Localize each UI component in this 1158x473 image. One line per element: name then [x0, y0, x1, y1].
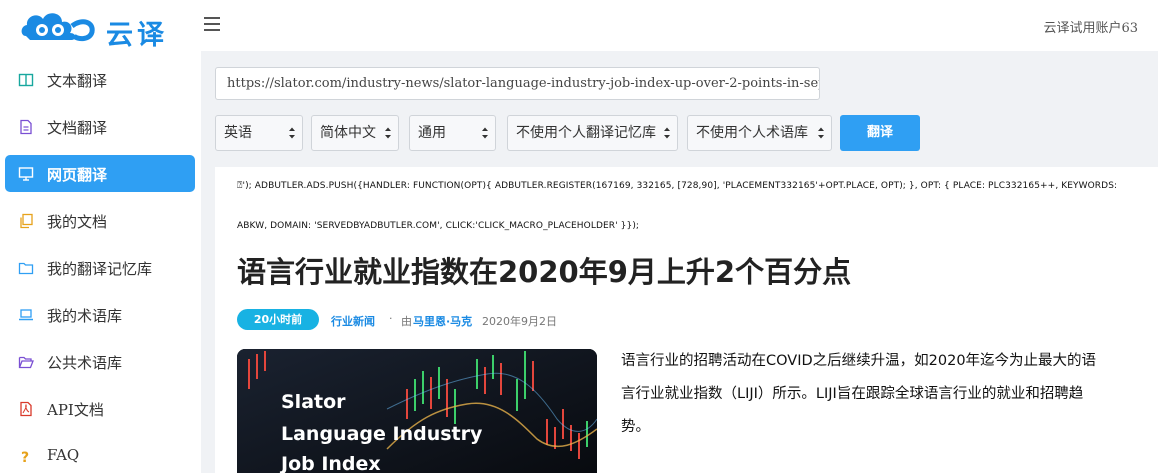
laptop-icon — [19, 309, 33, 321]
author-link[interactable]: 马里恩·马克 — [413, 313, 472, 329]
url-input[interactable]: https://slator.com/industry-news/slator-… — [215, 67, 820, 100]
monitor-icon — [18, 167, 34, 181]
sidebar-item-web-translate[interactable]: 网页翻译 — [5, 155, 195, 192]
select-arrows-icon — [664, 127, 670, 139]
select-arrows-icon — [289, 127, 295, 139]
image-caption-line: Language Industry — [281, 423, 483, 445]
sidebar-item-label: 文本翻译 — [47, 72, 108, 90]
sidebar-item-label: 我的文档 — [47, 213, 108, 231]
image-caption-line: Slator — [281, 391, 346, 413]
image-caption-line: Job Index — [281, 453, 381, 473]
menu-toggle-icon[interactable] — [204, 17, 220, 31]
article-title: 语言行业就业指数在2020年9月上升2个百分点 — [237, 255, 852, 289]
folder-open-icon — [18, 356, 34, 369]
sidebar-item-my-docs[interactable]: 我的文档 — [5, 202, 195, 239]
select-value: 通用 — [418, 125, 446, 141]
pdf-icon — [20, 401, 32, 417]
sidebar-item-public-termbase[interactable]: 公共术语库 — [5, 343, 195, 380]
sidebar-item-label: 网页翻译 — [47, 166, 108, 184]
main-content: https://slator.com/industry-news/slator-… — [201, 51, 1158, 473]
sidebar-item-text-translate[interactable]: 文本翻译 — [5, 61, 195, 98]
question-icon: ? — [21, 450, 29, 464]
document-icon — [20, 119, 32, 135]
select-value: 不使用个人术语库 — [696, 125, 808, 141]
svg-text:?: ? — [21, 450, 29, 464]
termbase-select[interactable]: 不使用个人术语库 — [687, 115, 832, 151]
byline-prefix: 由 — [401, 315, 412, 328]
category-link[interactable]: 行业新闻 — [331, 313, 375, 329]
app-logo[interactable]: 云译 — [20, 6, 190, 51]
sidebar-item-doc-translate[interactable]: 文档翻译 — [5, 108, 195, 145]
cloud-logo-icon — [21, 13, 95, 42]
select-value: 简体中文 — [320, 125, 376, 141]
sidebar-item-label: 我的术语库 — [47, 307, 123, 325]
sidebar-item-label: FAQ — [47, 446, 80, 464]
sidebar-item-label: 公共术语库 — [47, 354, 123, 372]
sidebar: 文本翻译 文档翻译 网页翻译 我的文档 我的翻译记忆库 我的术语库 公共术语库 … — [0, 51, 201, 473]
folder-icon — [18, 262, 34, 275]
select-value: 不使用个人翻译记忆库 — [516, 125, 656, 141]
top-header: 云译 云译试用账户63 — [0, 0, 1158, 51]
account-name[interactable]: 云译试用账户63 — [1043, 17, 1138, 36]
select-arrows-icon — [385, 127, 391, 139]
select-arrows-icon — [482, 127, 488, 139]
source-language-select[interactable]: 英语 — [215, 115, 303, 151]
time-ago-badge: 20小时前 — [237, 309, 319, 330]
sidebar-item-label: 文档翻译 — [47, 119, 108, 137]
article-image[interactable]: Slator Language Industry Job Index — [237, 349, 597, 473]
sidebar-item-faq[interactable]: ? FAQ — [5, 437, 195, 473]
meta-separator: · — [389, 312, 393, 325]
app-name: 云译 — [106, 20, 168, 51]
target-language-select[interactable]: 简体中文 — [311, 115, 399, 151]
select-arrows-icon — [818, 127, 824, 139]
sidebar-item-label: API文档 — [47, 401, 104, 419]
sidebar-item-label: 我的翻译记忆库 — [47, 260, 153, 278]
translate-button[interactable]: 翻译 — [840, 115, 920, 151]
book-icon — [18, 73, 34, 87]
sidebar-item-api-docs[interactable]: API文档 — [5, 390, 195, 427]
sidebar-item-my-memory[interactable]: 我的翻译记忆库 — [5, 249, 195, 286]
select-value: 英语 — [224, 125, 252, 141]
ad-script-text: ABKW, DOMAIN: 'SERVEDBYADBUTLER.COM', CL… — [237, 221, 640, 231]
publish-date: 2020年9月2日 — [482, 315, 557, 328]
ad-script-text: ⍰'); ADBUTLER.ADS.PUSH({HANDLER: FUNCTIO… — [237, 181, 1118, 191]
files-icon — [20, 213, 33, 229]
translation-memory-select[interactable]: 不使用个人翻译记忆库 — [507, 115, 678, 151]
web-preview-panel: ⍰'); ADBUTLER.ADS.PUSH({HANDLER: FUNCTIO… — [215, 167, 1158, 473]
article-summary: 语言行业的招聘活动在COVID之后继续升温，如2020年迄今为止最大的语言行业就… — [621, 353, 1097, 435]
domain-select[interactable]: 通用 — [409, 115, 496, 151]
sidebar-item-my-termbase[interactable]: 我的术语库 — [5, 296, 195, 333]
